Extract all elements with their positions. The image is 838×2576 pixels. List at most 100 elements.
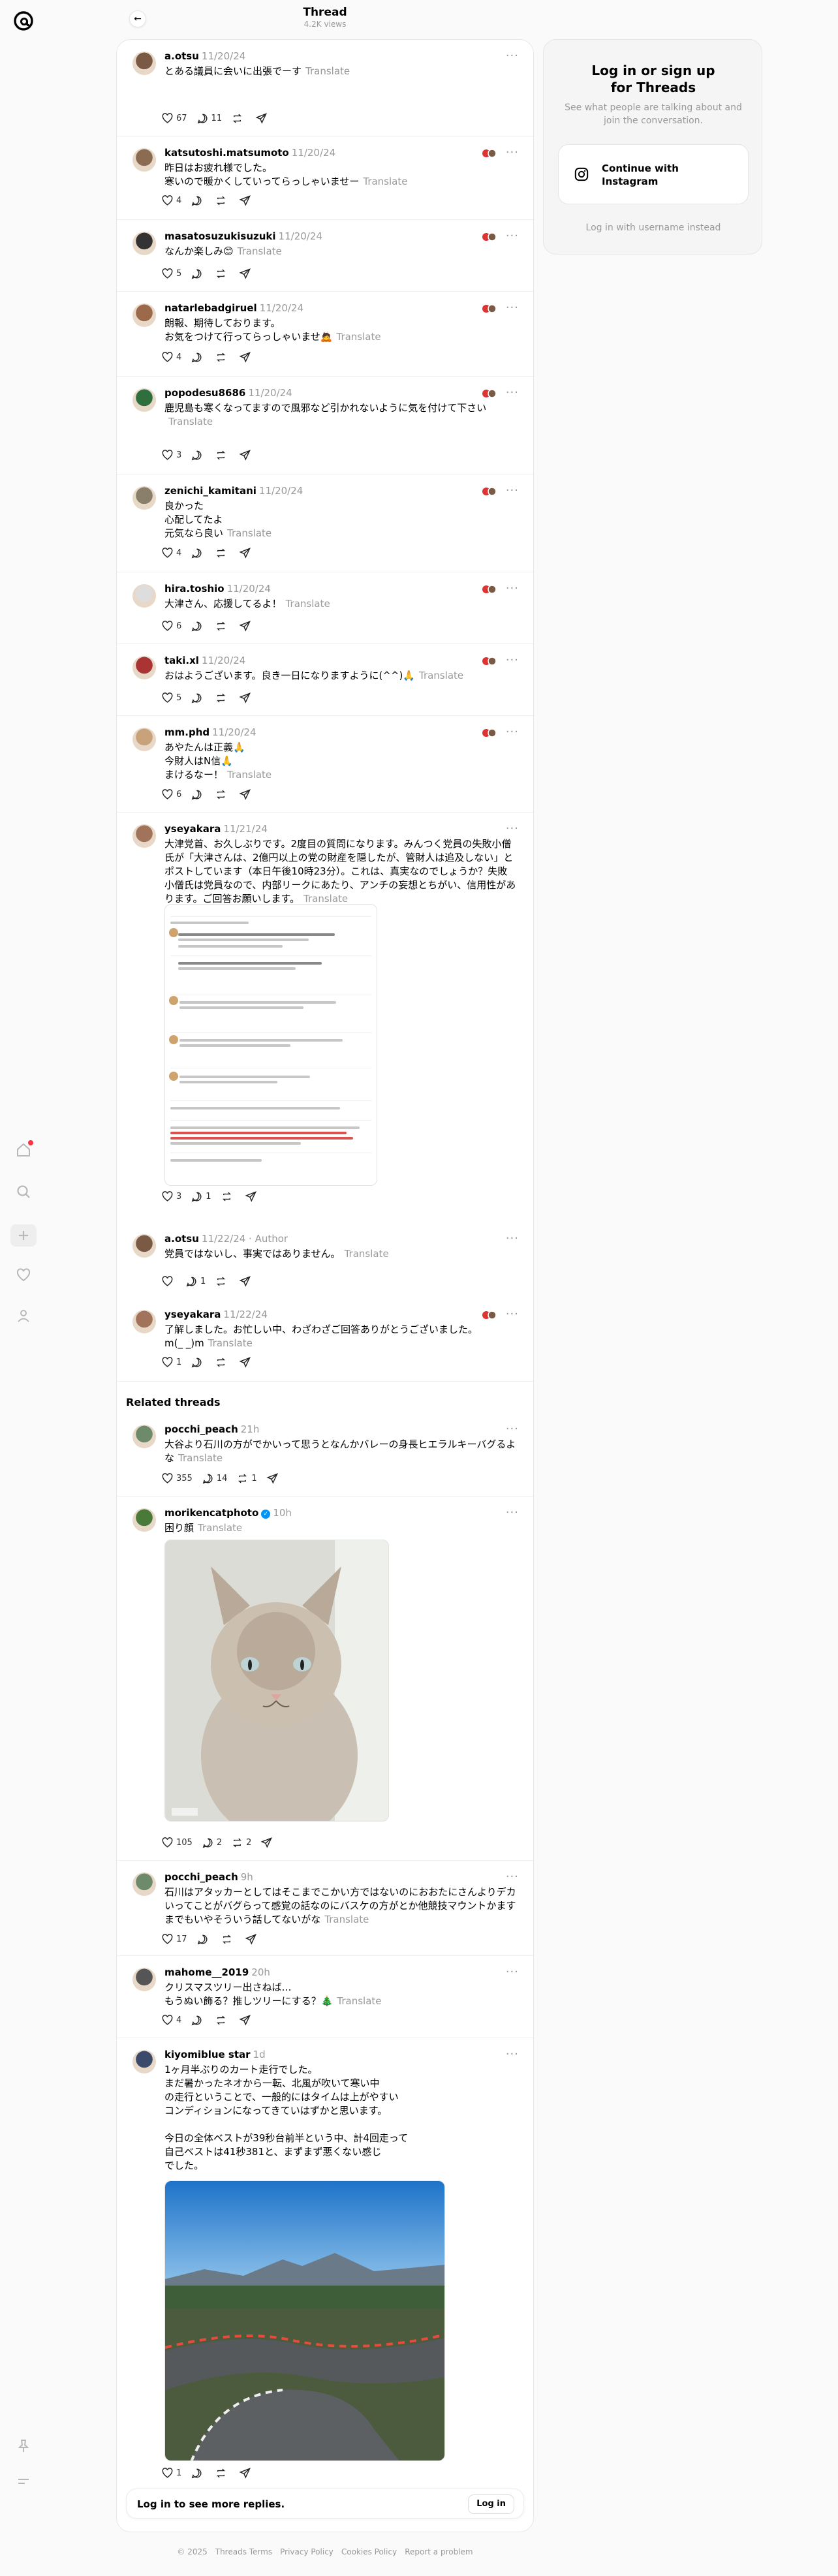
share-button[interactable] <box>239 547 254 559</box>
repost-button[interactable] <box>215 194 230 207</box>
username[interactable]: hira.toshio <box>164 583 225 595</box>
like-button[interactable] <box>161 1275 176 1288</box>
share-button[interactable] <box>239 268 254 280</box>
share-button[interactable] <box>239 1275 254 1288</box>
repost-button[interactable] <box>215 2467 230 2479</box>
like-button[interactable]: 67 <box>161 112 187 125</box>
avatar[interactable] <box>132 656 156 679</box>
cat-photo[interactable] <box>164 1540 389 1822</box>
more-options-icon[interactable]: ··· <box>506 725 519 739</box>
pin-icon[interactable] <box>14 2437 33 2455</box>
username[interactable]: pocchi_peach <box>164 1423 238 1435</box>
avatar[interactable] <box>132 1425 156 1448</box>
post-time[interactable]: 11/22/24 <box>202 1233 245 1245</box>
post-time[interactable]: 11/20/24 <box>248 387 292 399</box>
avatar[interactable] <box>132 388 156 412</box>
username[interactable]: morikencatphoto <box>164 1507 258 1519</box>
post-time[interactable]: 11/20/24 <box>259 485 303 497</box>
reply-button[interactable] <box>191 547 206 559</box>
avatar[interactable] <box>132 824 156 848</box>
footer-link[interactable]: Threads Terms <box>215 2547 272 2556</box>
profile-icon[interactable] <box>14 1307 33 1325</box>
avatar[interactable] <box>132 1310 156 1333</box>
post-time[interactable]: 11/20/24 <box>212 726 256 738</box>
more-options-icon[interactable]: ··· <box>506 1870 519 1884</box>
more-options-icon[interactable]: ··· <box>506 386 519 399</box>
like-button[interactable]: 4 <box>161 2014 181 2026</box>
repost-button[interactable]: 1 <box>236 1472 257 1485</box>
more-options-icon[interactable]: ··· <box>506 582 519 595</box>
reply-button[interactable]: 14 <box>202 1472 227 1485</box>
reply-button[interactable] <box>191 1356 206 1369</box>
repost-button[interactable] <box>215 268 230 280</box>
share-button[interactable] <box>255 112 270 125</box>
share-button[interactable] <box>266 1472 281 1485</box>
username[interactable]: mm.phd <box>164 726 210 738</box>
like-button[interactable]: 355 <box>161 1472 193 1485</box>
translate-link[interactable]: Translate <box>303 893 348 905</box>
avatar[interactable] <box>132 1234 156 1258</box>
repost-button[interactable] <box>215 620 230 632</box>
continue-with-instagram-button[interactable]: Continue with Instagram <box>558 144 749 204</box>
share-button[interactable] <box>239 2014 254 2026</box>
username[interactable]: natarlebadgiruel <box>164 302 257 314</box>
translate-link[interactable]: Translate <box>286 598 330 610</box>
more-options-icon[interactable]: ··· <box>506 146 519 159</box>
like-button[interactable]: 105 <box>161 1837 193 1849</box>
translate-link[interactable]: Translate <box>305 65 350 77</box>
reply-button[interactable] <box>191 788 206 801</box>
log-in-button[interactable]: Log in <box>468 2494 514 2514</box>
like-button[interactable]: 5 <box>161 692 181 704</box>
avatar[interactable] <box>132 728 156 751</box>
avatar[interactable] <box>132 1968 156 1991</box>
reply-button[interactable] <box>191 692 206 704</box>
more-options-icon[interactable]: ··· <box>506 1965 519 1979</box>
more-options-icon[interactable]: ··· <box>506 1307 519 1321</box>
translate-link[interactable]: Translate <box>178 1452 223 1464</box>
footer-link[interactable]: Privacy Policy <box>280 2547 334 2556</box>
post-time[interactable]: 11/20/24 <box>292 147 335 159</box>
username[interactable]: yseyakara <box>164 823 221 835</box>
reply-button[interactable] <box>191 351 206 364</box>
more-options-icon[interactable]: ··· <box>506 301 519 315</box>
post-time[interactable]: 1d <box>253 2049 266 2060</box>
share-button[interactable] <box>239 2467 254 2479</box>
more-options-icon[interactable]: ··· <box>506 1232 519 1245</box>
repost-button[interactable] <box>215 692 230 704</box>
post-time[interactable]: 11/20/24 <box>260 302 303 314</box>
translate-link[interactable]: Translate <box>238 245 282 257</box>
post-time[interactable]: 21h <box>241 1423 260 1435</box>
attached-screenshot-image[interactable] <box>164 904 377 1186</box>
like-button[interactable]: 17 <box>161 1933 187 1946</box>
more-options-icon[interactable]: ··· <box>506 1506 519 1519</box>
like-button[interactable]: 4 <box>161 547 181 559</box>
reply-button[interactable]: 2 <box>202 1837 222 1849</box>
share-button[interactable] <box>245 1190 260 1203</box>
repost-button[interactable] <box>215 449 230 461</box>
username[interactable]: yseyakara <box>164 1309 221 1320</box>
avatar[interactable] <box>132 148 156 172</box>
share-button[interactable] <box>239 194 254 207</box>
share-button[interactable] <box>239 1356 254 1369</box>
like-button[interactable]: 1 <box>161 1356 181 1369</box>
username[interactable]: mahome__2019 <box>164 1966 249 1978</box>
reply-button[interactable] <box>196 1933 211 1946</box>
reply-button[interactable]: 1 <box>185 1275 206 1288</box>
share-button[interactable] <box>239 788 254 801</box>
username[interactable]: pocchi_peach <box>164 1871 238 1883</box>
home-icon[interactable] <box>14 1140 33 1159</box>
like-button[interactable]: 5 <box>161 268 181 280</box>
kart-track-photo[interactable] <box>164 2180 445 2461</box>
reply-button[interactable] <box>191 2014 206 2026</box>
repost-button[interactable] <box>221 1933 236 1946</box>
more-options-icon[interactable]: ··· <box>506 229 519 243</box>
repost-button[interactable] <box>215 547 230 559</box>
post-time[interactable]: 9h <box>241 1871 253 1883</box>
like-button[interactable]: 1 <box>161 2467 181 2479</box>
post-time[interactable]: 11/20/24 <box>279 230 322 242</box>
footer-link[interactable]: Cookies Policy <box>341 2547 397 2556</box>
translate-link[interactable]: Translate <box>324 1914 369 1925</box>
avatar[interactable] <box>132 1508 156 1532</box>
repost-button[interactable] <box>231 112 246 125</box>
translate-link[interactable]: Translate <box>419 670 463 681</box>
